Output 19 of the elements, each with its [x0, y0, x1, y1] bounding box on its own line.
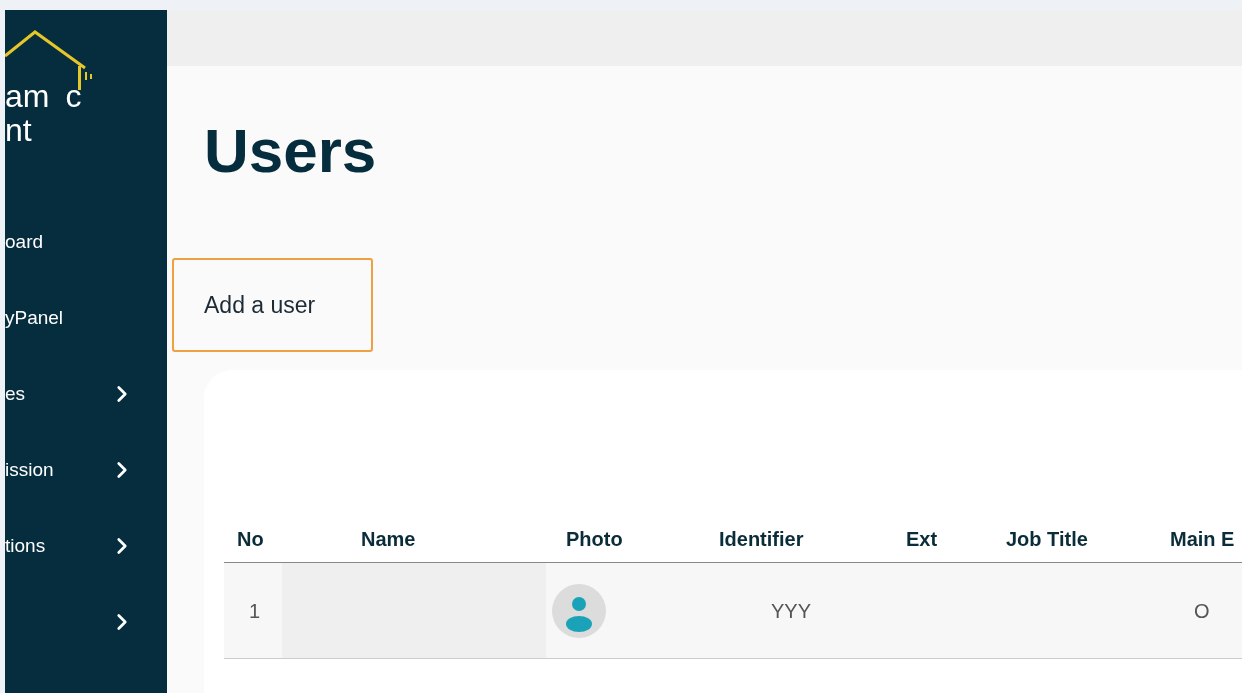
sidebar-item[interactable]: ission	[5, 432, 167, 508]
logo-drawing: am c nt	[5, 10, 125, 150]
sidebar-item[interactable]: oard	[5, 204, 167, 280]
sidebar-item[interactable]: es	[5, 356, 167, 432]
table-cell-text: 1	[248, 598, 262, 624]
avatar-icon	[552, 583, 606, 638]
sidebar-item[interactable]: tions	[5, 508, 167, 584]
column-header[interactable]: Photo	[546, 523, 679, 554]
column-header[interactable]: Identifier	[679, 523, 884, 554]
add-user-button[interactable]: Add a user	[172, 258, 373, 352]
column-header[interactable]: Ext	[884, 523, 974, 554]
sidebar-item[interactable]: yPanel	[5, 280, 167, 356]
column-header[interactable]: No	[224, 523, 282, 554]
table-cell-text: YYY	[770, 598, 813, 624]
page-title: Users	[204, 116, 378, 186]
column-header[interactable]: Name	[282, 523, 546, 554]
table-cell-text: O	[1193, 598, 1211, 624]
column-header[interactable]: Job Title	[974, 523, 1139, 554]
column-header[interactable]: Main E	[1139, 523, 1242, 554]
